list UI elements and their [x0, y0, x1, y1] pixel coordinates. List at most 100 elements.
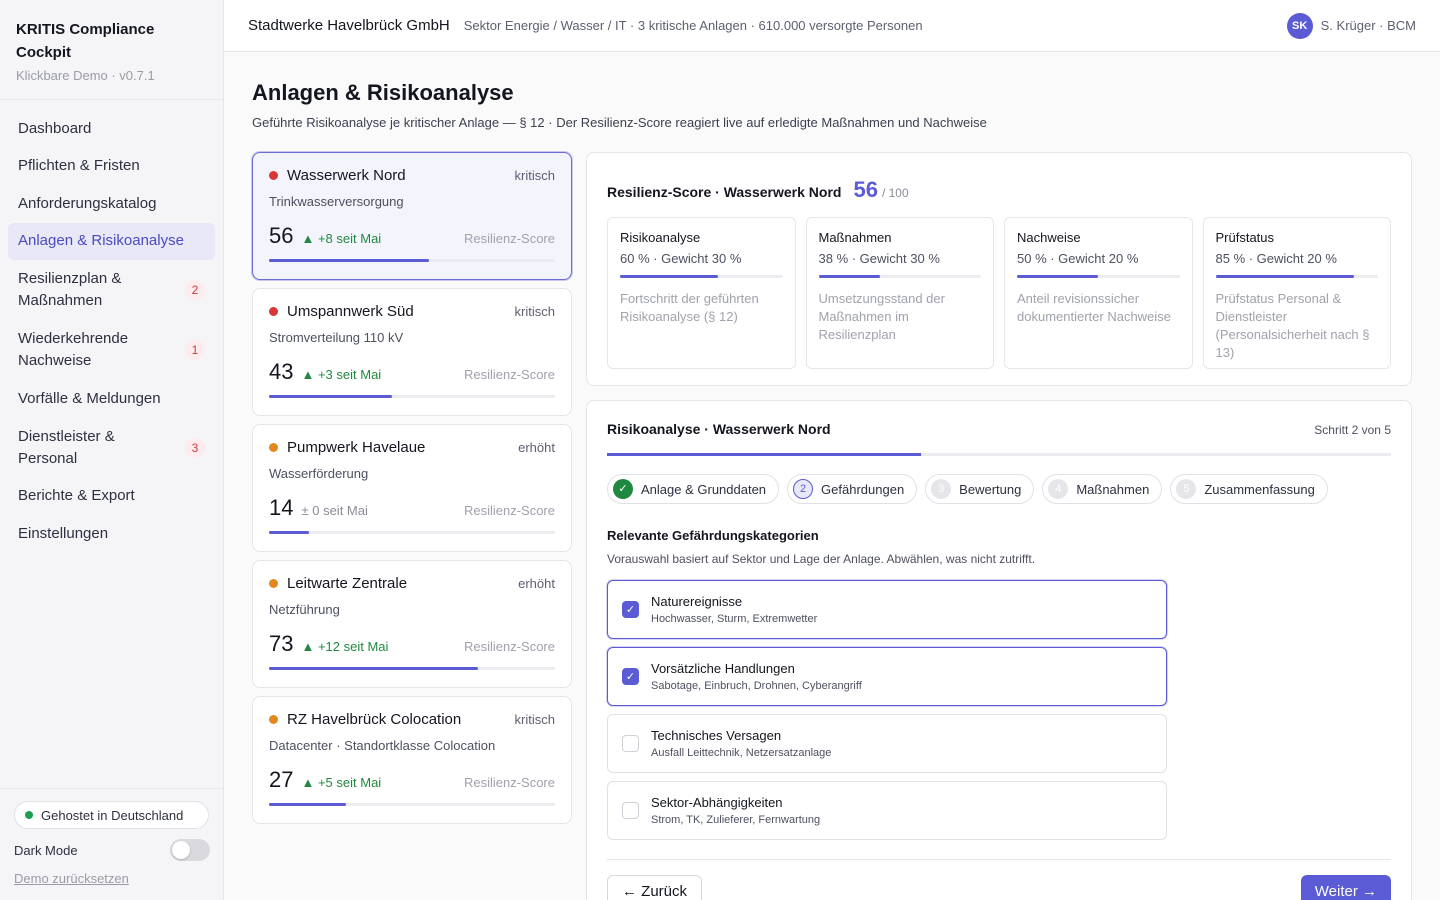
- score-delta: ▲ +3 seit Mai: [301, 367, 382, 382]
- score-bar: [269, 395, 555, 398]
- next-button[interactable]: Weiter →: [1300, 875, 1391, 900]
- score-bar-fill: [269, 531, 310, 534]
- hazard-option[interactable]: ✓ Naturereignisse Hochwasser, Sturm, Extre…: [607, 580, 1167, 639]
- divider: [607, 859, 1391, 860]
- checkbox[interactable]: [622, 802, 639, 819]
- asset-card[interactable]: Leitwarte Zentrale erhöht Netzführung 73 ▲ +…: [252, 560, 572, 688]
- score-label: Resilienz-Score: [463, 231, 555, 246]
- metric-description: Prüfstatus Personal & Dienstleister (Per…: [1215, 291, 1370, 360]
- criticality-dot-icon: [269, 171, 278, 180]
- score-bar-fill: [269, 259, 430, 262]
- score-header: Resilienz-Score · Wasserwerk Nord 56 / 1…: [607, 177, 1391, 203]
- asset-score: 14: [269, 495, 294, 520]
- sidebar-item-label: Anlagen & Risikoanalyse: [18, 232, 184, 250]
- sidebar-item-einstellungen[interactable]: Einstellungen: [8, 515, 215, 553]
- score-metrics: Risikoanalyse 60 % · Gewicht 30 % Fortschr…: [607, 217, 1391, 369]
- wizard-progress-fill: [607, 453, 921, 456]
- score-delta: ▲ +8 seit Mai: [301, 231, 382, 246]
- user-menu[interactable]: SK S. Krüger · BCM: [1286, 12, 1416, 39]
- count-badge: 2: [185, 280, 205, 300]
- sidebar-item-dienstleister[interactable]: Dienstleister & Personal 3: [8, 418, 215, 478]
- main-content: Anlagen & Risikoanalyse Geführte Risikoa…: [224, 52, 1440, 900]
- checkbox[interactable]: ✓: [622, 601, 639, 618]
- count-badge: 1: [185, 340, 205, 360]
- avatar: SK: [1286, 12, 1313, 39]
- sidebar-item-dashboard[interactable]: Dashboard: [8, 110, 215, 148]
- status-dot-icon: [25, 811, 33, 819]
- wizard-step-3[interactable]: 3 Bewertung: [925, 474, 1035, 504]
- criticality-dot-icon: [269, 307, 278, 316]
- hazard-option-name: Vorsätzliche Handlungen: [651, 661, 795, 676]
- sidebar-item-pflichten[interactable]: Pflichten & Fristen: [8, 148, 215, 186]
- hazard-option-name: Sektor-Abhängigkeiten: [651, 795, 783, 810]
- sidebar-item-berichte[interactable]: Berichte & Export: [8, 478, 215, 516]
- checkbox[interactable]: [622, 735, 639, 752]
- asset-card[interactable]: RZ Havelbrück Colocation kritisch Datacent…: [252, 696, 572, 824]
- sidebar-item-nachweise[interactable]: Wiederkehrende Nachweise 1: [8, 320, 215, 380]
- wizard-steps: ✓ Anlage & Grunddaten 2 Gefährdungen 3 Bewert…: [607, 474, 1391, 504]
- asset-card[interactable]: Wasserwerk Nord kritisch Trinkwasserversor…: [252, 152, 572, 280]
- sidebar-item-label: Wiederkehrende Nachweise: [18, 330, 129, 369]
- wizard-step-5[interactable]: 5 Zusammenfassung: [1170, 474, 1328, 504]
- hazard-option[interactable]: ✓ Vorsätzliche Handlungen Sabotage, Einbru…: [607, 647, 1167, 706]
- score-max: / 100: [881, 186, 909, 200]
- asset-score: 56: [269, 223, 294, 248]
- hazard-option[interactable]: Sektor-Abhängigkeiten Strom, TK, Zuliefer…: [607, 781, 1167, 840]
- score-label: Resilienz-Score: [463, 639, 555, 654]
- score-delta: ± 0 seit Mai: [301, 503, 368, 518]
- asset-type: Trinkwasserversorgung: [269, 194, 404, 209]
- asset-card-header: Pumpwerk Havelaue erhöht: [269, 439, 555, 456]
- step-number: 5: [1176, 479, 1197, 499]
- hazard-options: ✓ Naturereignisse Hochwasser, Sturm, Extre…: [607, 580, 1391, 840]
- sidebar-item-resilienzplan[interactable]: Resilienzplan & Maßnahmen 2: [8, 260, 215, 320]
- sidebar-footer: Gehostet in Deutschland Dark Mode Demo z…: [0, 788, 224, 900]
- asset-score-row: 14 ± 0 seit Mai Resilienz-Score: [269, 495, 555, 521]
- topbar: Stadtwerke Havelbrück GmbH Sektor Energi…: [224, 0, 1440, 52]
- score-value: 56: [853, 177, 878, 202]
- asset-card[interactable]: Pumpwerk Havelaue erhöht Wasserförderung 14…: [252, 424, 572, 552]
- dark-mode-toggle[interactable]: [170, 839, 210, 861]
- asset-score: 27: [269, 767, 294, 792]
- criticality-dot-icon: [269, 579, 278, 588]
- metric-name: Maßnahmen: [818, 230, 892, 245]
- wizard-step-4[interactable]: 4 Maßnahmen: [1042, 474, 1163, 504]
- asset-type: Wasserförderung: [269, 466, 369, 481]
- checkbox[interactable]: ✓: [622, 668, 639, 685]
- hazard-option-desc: Strom, TK, Zulieferer, Fernwartung: [651, 814, 821, 826]
- metric-description: Anteil revisionssicher dokumentierter Na…: [1017, 291, 1171, 324]
- hazard-option-text: Vorsätzliche Handlungen Sabotage, Einbruc…: [651, 661, 862, 692]
- reset-demo-link[interactable]: Demo zurücksetzen: [14, 871, 210, 886]
- sidebar-item-vorfaelle[interactable]: Vorfälle & Meldungen: [8, 380, 215, 418]
- page-subtitle: Geführte Risikoanalyse je kritischer Anl…: [252, 115, 987, 130]
- sidebar-item-anforderungskatalog[interactable]: Anforderungskatalog: [8, 185, 215, 223]
- asset-type: Datacenter · Standortklasse Colocation: [269, 738, 496, 753]
- metric-progress-fill: [1215, 275, 1354, 278]
- asset-score: 73: [269, 631, 294, 656]
- criticality-dot-icon: [269, 443, 278, 452]
- score-bar-fill: [269, 667, 478, 670]
- score-label: Resilienz-Score: [463, 775, 555, 790]
- metric-description: Umsetzungsstand der Maßnahmen im Resilie…: [818, 291, 945, 342]
- asset-card-header: Leitwarte Zentrale erhöht: [269, 575, 555, 592]
- metric-description: Fortschritt der geführten Risikoanalyse …: [620, 291, 759, 324]
- sidebar-item-label: Dashboard: [18, 119, 92, 137]
- wizard-step-2[interactable]: 2 Gefährdungen: [787, 474, 918, 504]
- back-button[interactable]: ← Zurück: [607, 875, 703, 900]
- score-metric-card: Prüfstatus 85 % · Gewicht 20 % Prüfstatus …: [1202, 217, 1391, 369]
- criticality-label: kritisch: [514, 712, 555, 727]
- brand: KRITIS Compliance Cockpit Klickbare Demo…: [0, 0, 223, 100]
- sidebar-item-label: Anforderungskatalog: [18, 194, 157, 212]
- asset-card[interactable]: Umspannwerk Süd kritisch Stromverteilung 1…: [252, 288, 572, 416]
- sidebar-nav: Dashboard Pflichten & Fristen Anforderun…: [0, 100, 223, 553]
- sidebar-item-label: Vorfälle & Meldungen: [18, 389, 161, 407]
- score-delta: ▲ +12 seit Mai: [301, 639, 389, 654]
- step-number: 2: [793, 479, 814, 499]
- hazard-option-text: Sektor-Abhängigkeiten Strom, TK, Zuliefer…: [651, 795, 820, 826]
- asset-score: 43: [269, 359, 294, 384]
- section-title: Relevante Gefährdungskategorien: [607, 528, 819, 543]
- asset-score-row: 43 ▲ +3 seit Mai Resilienz-Score: [269, 359, 555, 385]
- hazard-option[interactable]: Technisches Versagen Ausfall Leittechnik,…: [607, 714, 1167, 773]
- page-title: Anlagen & Risikoanalyse: [252, 80, 514, 105]
- sidebar-item-anlagen[interactable]: Anlagen & Risikoanalyse: [8, 222, 215, 260]
- wizard-step-1[interactable]: ✓ Anlage & Grunddaten: [607, 474, 780, 504]
